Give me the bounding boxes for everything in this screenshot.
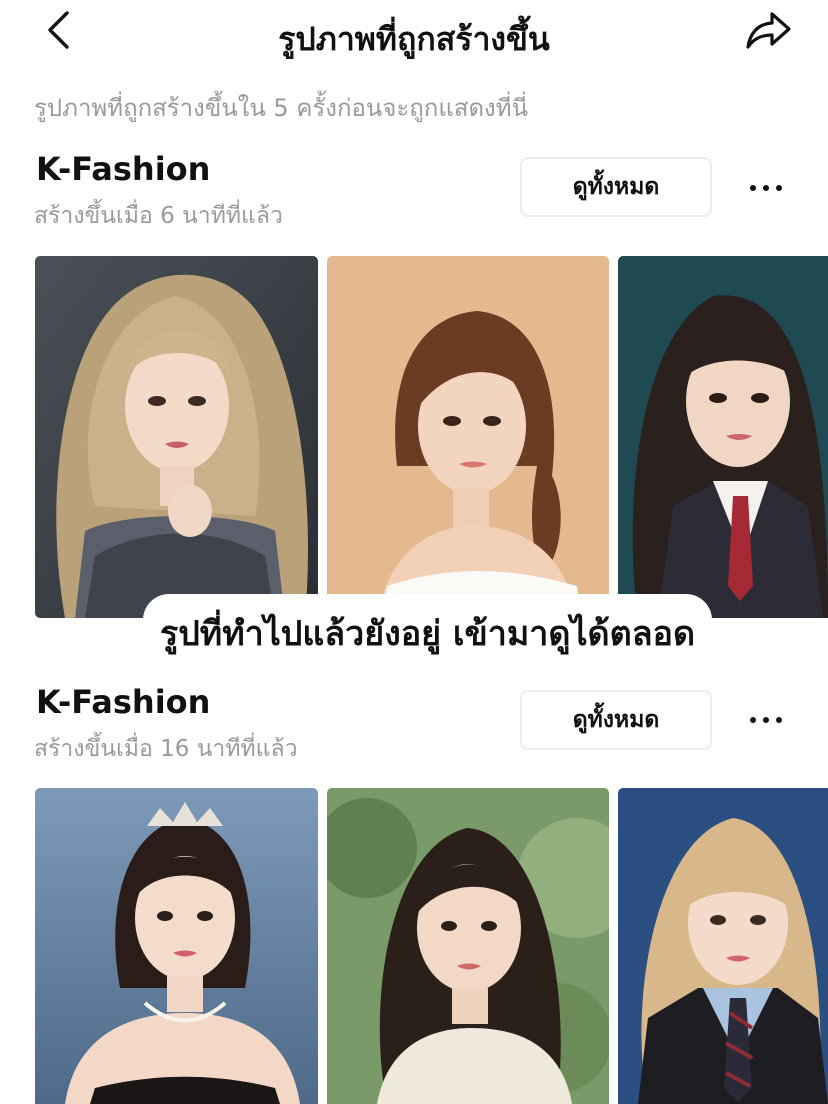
portrait-image bbox=[327, 788, 609, 1104]
more-options-button[interactable] bbox=[740, 700, 792, 740]
group-timestamp: สร้างขึ้นเมื่อ 16 นาทีที่แล้ว bbox=[34, 736, 298, 762]
generated-image[interactable] bbox=[327, 788, 609, 1104]
overlay-caption: รูปที่ทำไปแล้วยังอยู่ เข้ามาดูได้ตลอด bbox=[143, 594, 712, 672]
share-arrow-icon bbox=[746, 12, 791, 49]
group-title: K-Fashion bbox=[36, 150, 211, 188]
group-timestamp: สร้างขึ้นเมื่อ 6 นาทีที่แล้ว bbox=[34, 203, 283, 229]
chevron-left-icon bbox=[48, 11, 69, 49]
generated-image[interactable] bbox=[327, 256, 609, 618]
generated-image[interactable] bbox=[618, 788, 828, 1104]
generated-image[interactable] bbox=[35, 788, 318, 1104]
portrait-image bbox=[618, 256, 828, 618]
back-button[interactable] bbox=[38, 8, 78, 52]
generated-image[interactable] bbox=[35, 256, 318, 618]
generated-image[interactable] bbox=[618, 256, 828, 618]
more-dots-icon bbox=[750, 717, 756, 723]
more-options-button[interactable] bbox=[740, 168, 792, 208]
share-button[interactable] bbox=[740, 6, 796, 56]
portrait-image bbox=[618, 788, 828, 1104]
portrait-image bbox=[35, 256, 318, 618]
more-dots-icon bbox=[750, 185, 756, 191]
portrait-image bbox=[35, 788, 318, 1104]
view-all-button[interactable]: ดูทั้งหมด bbox=[520, 690, 712, 750]
portrait-image bbox=[327, 256, 609, 618]
header-bar: รูปภาพที่ถูกสร้างขึ้น bbox=[0, 0, 828, 70]
info-subtitle: รูปภาพที่ถูกสร้างขึ้นใน 5 ครั้งก่อนจะถูก… bbox=[34, 94, 529, 122]
group-title: K-Fashion bbox=[36, 683, 211, 721]
view-all-button[interactable]: ดูทั้งหมด bbox=[520, 157, 712, 217]
page-title: รูปภาพที่ถูกสร้างขึ้น bbox=[278, 20, 550, 58]
